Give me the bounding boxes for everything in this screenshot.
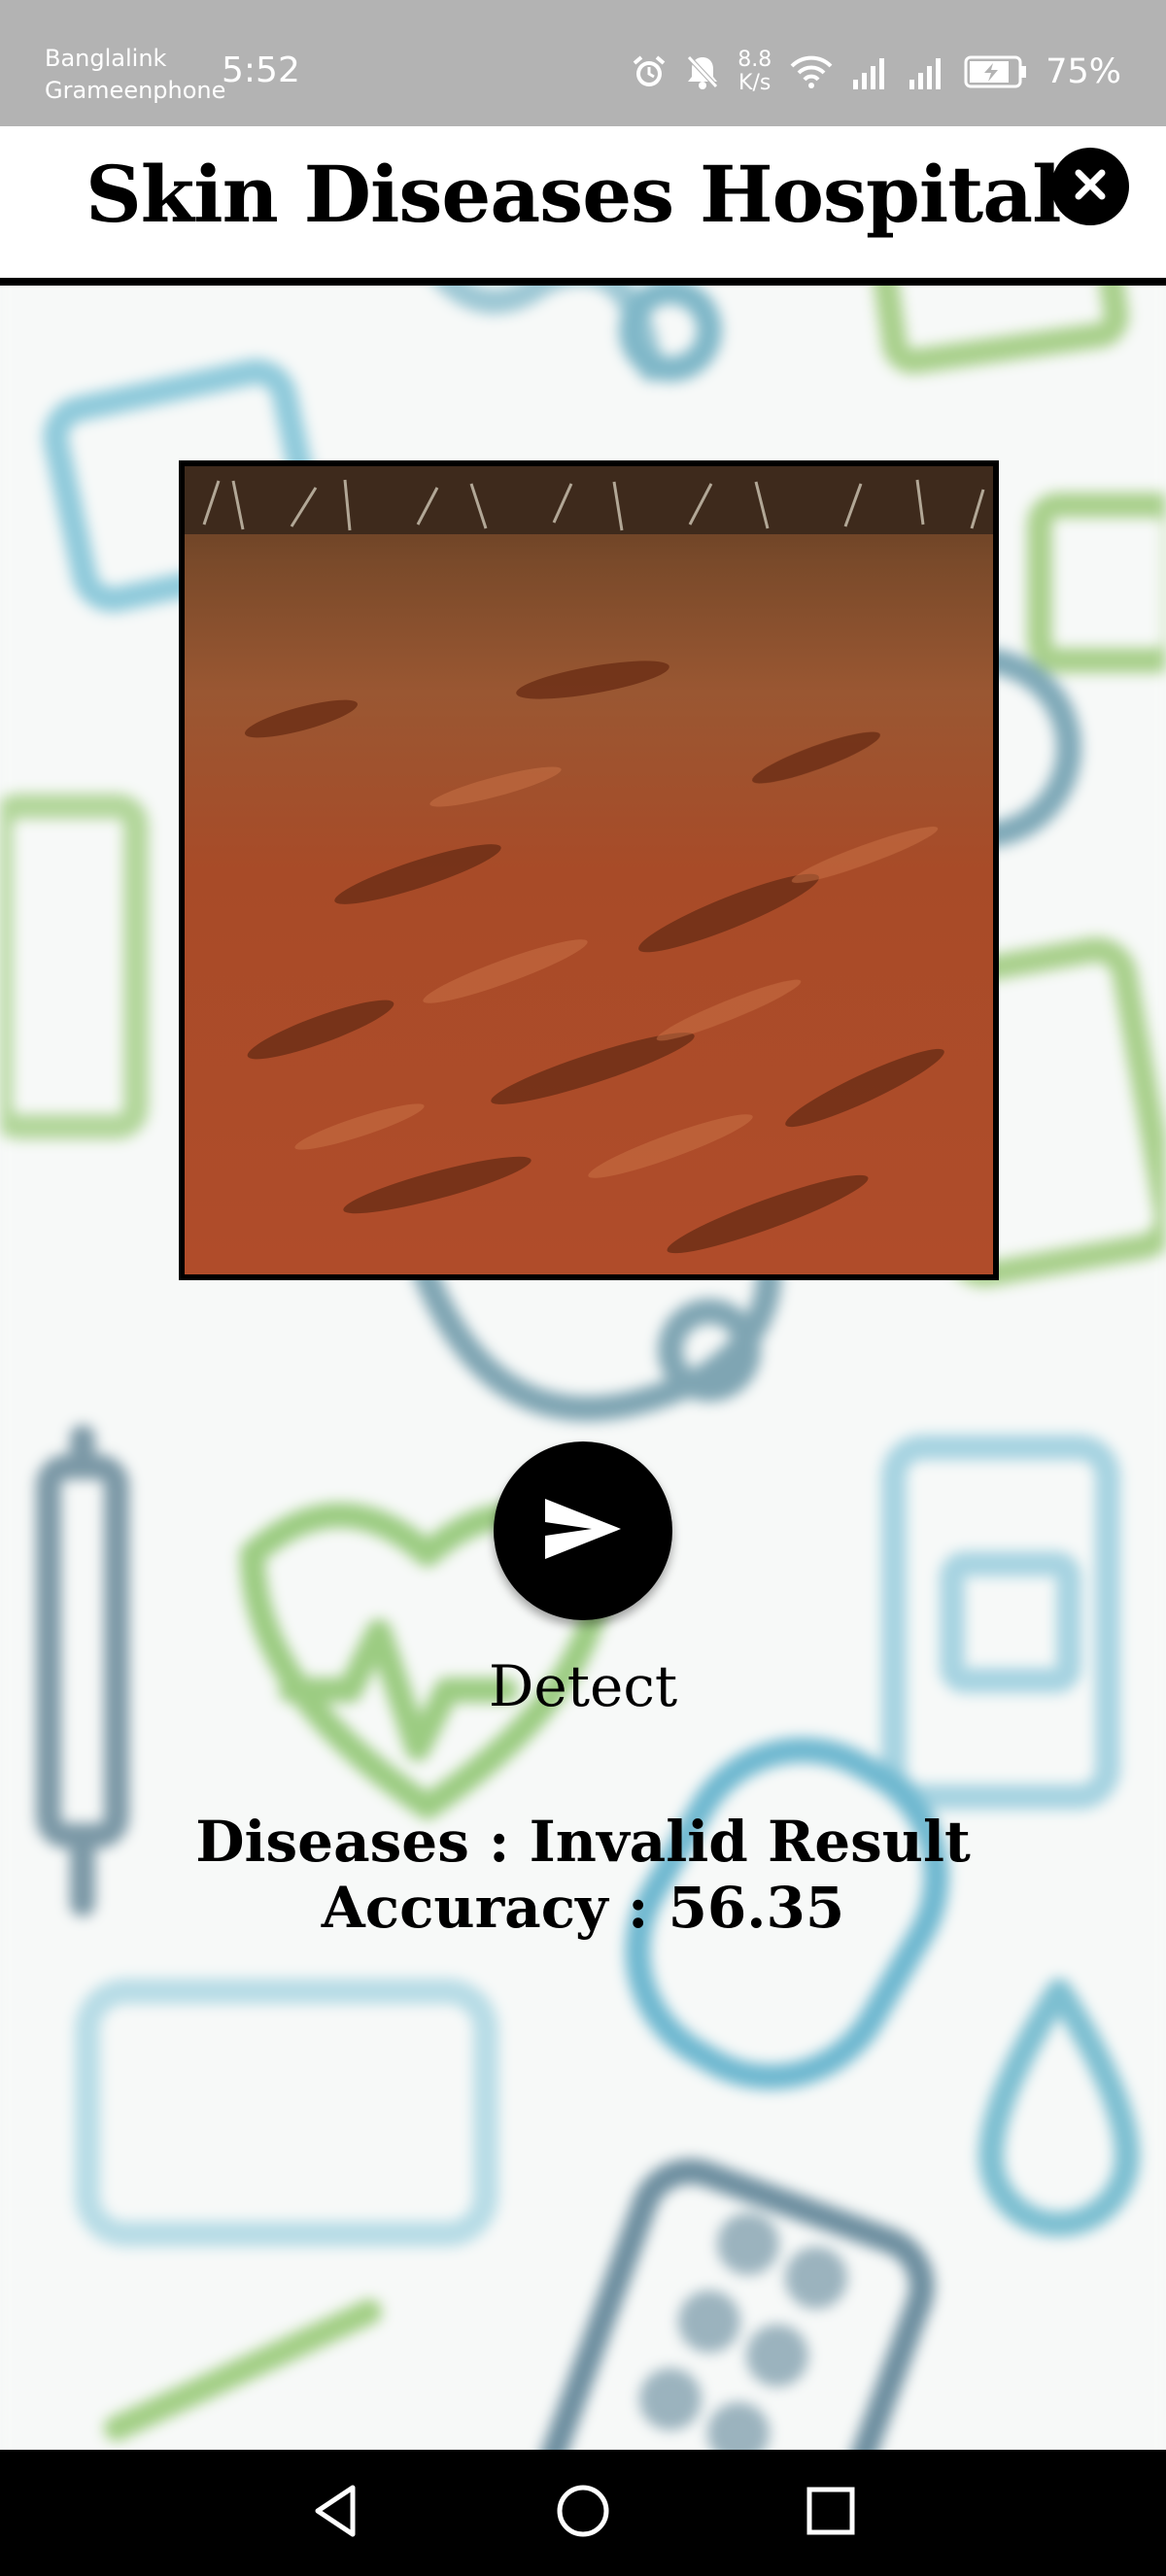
recents-button[interactable] [797,2479,865,2547]
navigation-bar [0,2450,1166,2576]
accuracy-label: Accuracy : [321,1875,669,1941]
home-button[interactable] [549,2479,617,2547]
close-icon [1071,165,1110,208]
accuracy-value: 56.35 [668,1875,845,1941]
page-title: Skin Diseases Hospital [86,149,1061,240]
status-time: 5:52 [222,51,300,90]
carrier-2: Grameenphone [45,77,226,104]
carrier-names: Banglalink Grameenphone [45,43,225,107]
wifi-icon [789,53,834,90]
header-divider [0,278,1166,286]
disease-result-line: Diseases : Invalid Result [0,1809,1166,1875]
detect-button[interactable] [494,1441,672,1620]
disease-value: Invalid Result [529,1809,971,1875]
net-speed-unit: K/s [738,71,772,95]
close-button[interactable] [1051,148,1129,225]
carrier-1: Banglalink [45,45,167,72]
detect-label: Detect [488,1653,678,1719]
back-button[interactable] [301,2479,369,2547]
alarm-icon [631,53,668,90]
detection-result: Diseases : Invalid Result Accuracy : 56.… [0,1809,1166,1941]
signal-icon [851,54,890,89]
mute-icon [685,53,720,90]
battery-percent: 75% [1046,52,1121,91]
home-icon [554,2482,612,2544]
signal-icon [908,54,946,89]
accuracy-result-line: Accuracy : 56.35 [0,1875,1166,1941]
battery-icon [964,55,1028,88]
soil-photo [185,466,993,1274]
recents-icon [804,2484,858,2542]
back-icon [308,2482,362,2544]
disease-label: Diseases : [195,1809,530,1875]
status-bar: Banglalink Grameenphone 5:52 8.8 K/s 75% [0,0,1166,126]
net-speed: 8.8 K/s [737,49,772,95]
app-header: Skin Diseases Hospital [0,126,1166,286]
status-icons: 8.8 K/s 75% [631,49,1121,95]
selected-image[interactable] [179,460,999,1280]
net-speed-value: 8.8 [737,48,772,72]
background-pattern [0,0,1166,2576]
send-icon [541,1495,625,1567]
